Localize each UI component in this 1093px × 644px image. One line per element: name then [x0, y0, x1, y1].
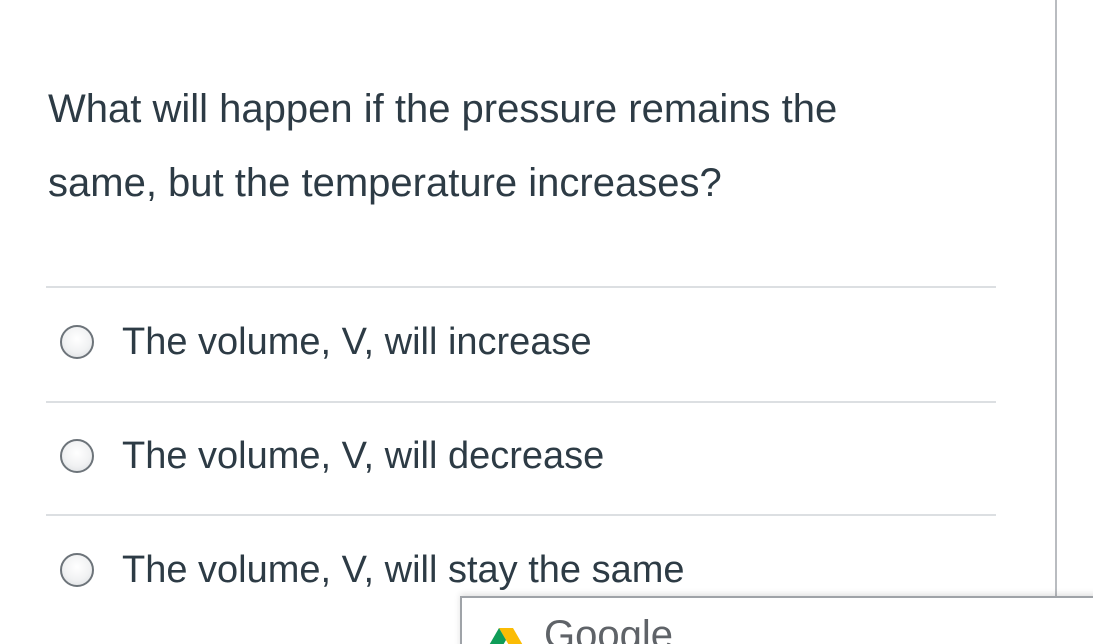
- answer-option-decrease[interactable]: The volume, V, will decrease: [60, 426, 960, 486]
- answer-option-increase[interactable]: The volume, V, will increase: [60, 312, 960, 372]
- question-line-1: What will happen if the pressure remains…: [48, 87, 838, 131]
- answer-divider: [46, 514, 996, 516]
- answer-option-same[interactable]: The volume, V, will stay the same: [60, 540, 960, 600]
- question-line-2: same, but the temperature increases?: [48, 161, 722, 205]
- google-drive-icon: [489, 628, 523, 644]
- content-panel-border: [1055, 0, 1057, 600]
- google-drive-popup[interactable]: Google: [460, 596, 1093, 644]
- answer-label: The volume, V, will decrease: [122, 434, 605, 477]
- quiz-page: What will happen if the pressure remains…: [0, 0, 1093, 644]
- radio-button[interactable]: [60, 325, 94, 359]
- radio-button[interactable]: [60, 553, 94, 587]
- answer-divider: [46, 401, 996, 403]
- answer-label: The volume, V, will increase: [122, 320, 592, 363]
- question-text: What will happen if the pressure remains…: [48, 72, 1018, 220]
- popup-title: Google: [544, 613, 673, 644]
- answer-label: The volume, V, will stay the same: [122, 548, 685, 591]
- answer-divider: [46, 286, 996, 288]
- radio-button[interactable]: [60, 439, 94, 473]
